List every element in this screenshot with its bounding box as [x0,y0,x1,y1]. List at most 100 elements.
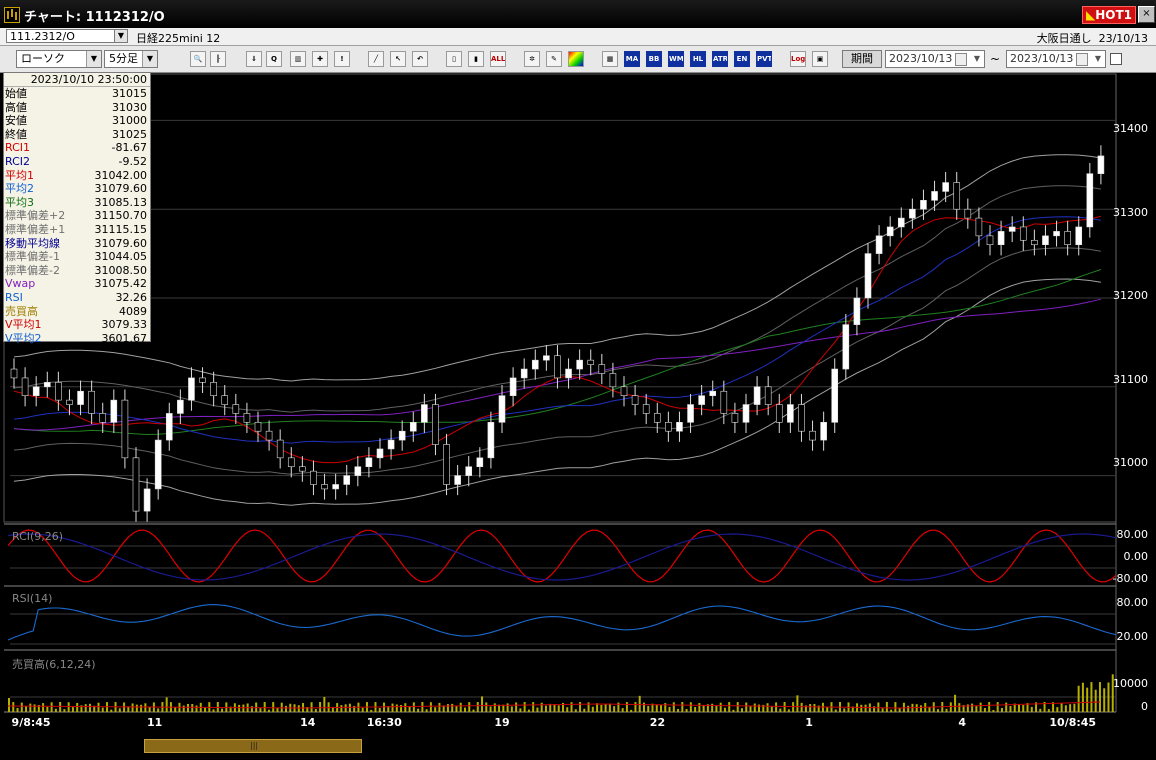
candle-body [609,373,617,388]
data-window-row: 平均1 31042.00 [4,169,150,183]
volume-bar [1098,682,1101,712]
date-from-input[interactable]: 2023/10/13 ▼ [885,50,985,68]
bar-chart-icon[interactable]: ▥ [290,51,306,67]
chart-type-value: ローソク [21,52,65,65]
volume-bar [186,703,189,712]
download-icon[interactable]: ⇓ [246,51,262,67]
volume-bar [344,704,347,712]
all-button[interactable]: ALL [490,51,506,67]
volume-bar [280,702,283,712]
volume-bar [1090,682,1093,712]
volume-bar [1047,709,1050,712]
data-window: 2023/10/10 23:50:00 始値 31015 高値 31030 安値 3100… [3,72,151,345]
volume-bar [510,706,513,712]
volume-bar [434,707,437,712]
data-window-row-label: 安値 [5,114,27,128]
price-tick: 31300 [1113,205,1148,219]
order-icon[interactable]: ✚ [312,51,328,67]
period-checkbox[interactable] [1110,53,1122,65]
time-tick: 14 [300,716,316,729]
split-view-icon[interactable]: ╟ [210,51,226,67]
volume-bar [1000,707,1003,712]
settings-icon[interactable]: ✲ [524,51,540,67]
atr-button[interactable]: ATR [712,51,728,67]
volume-bar [694,707,697,712]
alert-icon[interactable]: ! [334,51,350,67]
interval-select[interactable]: 5分足 ▼ [104,50,158,68]
zoom-icon[interactable]: 🔍 [190,51,206,67]
data-window-row: 高値 31030 [4,101,150,115]
data-window-row-label: 移動平均線 [5,236,60,250]
volume-bar [621,708,624,712]
volume-bar [1009,706,1012,712]
data-window-row-label: 標準偏差+2 [5,209,66,223]
close-window-button[interactable]: × [1138,6,1155,23]
candle-body [809,430,816,441]
volume-bar [314,709,317,712]
bb-button[interactable]: BB [646,51,662,67]
volume-bar [29,703,32,712]
data-window-row-value: 31150.70 [94,209,148,223]
chart-type-select[interactable]: ローソク ▼ [16,50,102,68]
data-window-row-label: Vwap [5,277,36,291]
shrink-icon[interactable]: ▯ [446,51,462,67]
candle-body [842,324,850,370]
calendar-icon[interactable] [1076,53,1088,66]
volume-bar [634,702,637,712]
compare-icon[interactable]: Q [266,51,282,67]
chart-canvas[interactable] [0,72,1156,738]
data-window-row: RCI1 -81.67 [4,141,150,155]
volume-bar [949,702,952,712]
volume-bar [468,702,471,712]
chevron-down-icon[interactable]: ▼ [1091,51,1105,67]
data-window-row-label: 売買高 [5,304,38,318]
ma-button[interactable]: MA [624,51,640,67]
color-palette-icon[interactable] [568,51,584,67]
wma-button[interactable]: WMA [668,51,684,67]
hl-button[interactable]: HL [690,51,706,67]
tools-icon[interactable]: ✎ [546,51,562,67]
data-window-row: V平均2 3601.67 [4,332,150,346]
data-window-row: 始値 31015 [4,87,150,101]
volume-bar [885,702,888,712]
price-tick: 31000 [1113,456,1148,469]
volume-bar [604,704,607,712]
envelope-button[interactable]: EN [734,51,750,67]
grid-icon[interactable]: ▦ [602,51,618,67]
volume-bar [523,702,526,712]
data-window-row-label: RCI2 [5,154,31,168]
window-icon[interactable]: ▣ [812,51,828,67]
volume-bar [76,702,79,712]
symbol-dropdown-button[interactable]: ▼ [114,29,128,43]
volume-bar [59,702,62,712]
volume-panel-label: 売買高(6,12,24) [12,658,96,671]
volume-bar [1022,705,1025,712]
volume-bar [527,709,530,712]
expand-icon[interactable]: ▮ [468,51,484,67]
cursor-icon[interactable]: ↖ [390,51,406,67]
volume-bar [1086,687,1089,712]
volume-bar [996,702,999,712]
scrollbar-thumb[interactable]: ||| [144,739,362,753]
volume-bar [451,703,454,712]
candle-body [909,208,916,219]
data-window-row-value: 31000 [112,114,147,128]
volume-bar [20,702,23,712]
candle-body [731,413,739,423]
date-to-input[interactable]: 2023/10/13 ▼ [1006,50,1106,68]
symbol-code-input[interactable]: 111.2312/O [6,29,126,43]
undo-icon[interactable]: ↶ [412,51,428,67]
hot-button[interactable]: ◣HOT1 [1082,6,1136,24]
chart-area[interactable]: 2023/10/10 23:50:00 始値 31015 高値 31030 安値 3100… [0,72,1156,760]
period-button[interactable]: 期間 [842,50,882,68]
log-button[interactable]: Log [790,51,806,67]
volume-bar [97,702,100,712]
candle-body [1075,226,1083,246]
pvt-button[interactable]: PVT [756,51,772,67]
volume-bar [728,702,731,712]
time-tick: 16:30 [366,716,402,729]
chevron-down-icon[interactable]: ▼ [970,51,984,67]
candle-body [487,422,495,459]
calendar-icon[interactable] [955,53,967,66]
draw-line-icon[interactable]: ╱ [368,51,384,67]
